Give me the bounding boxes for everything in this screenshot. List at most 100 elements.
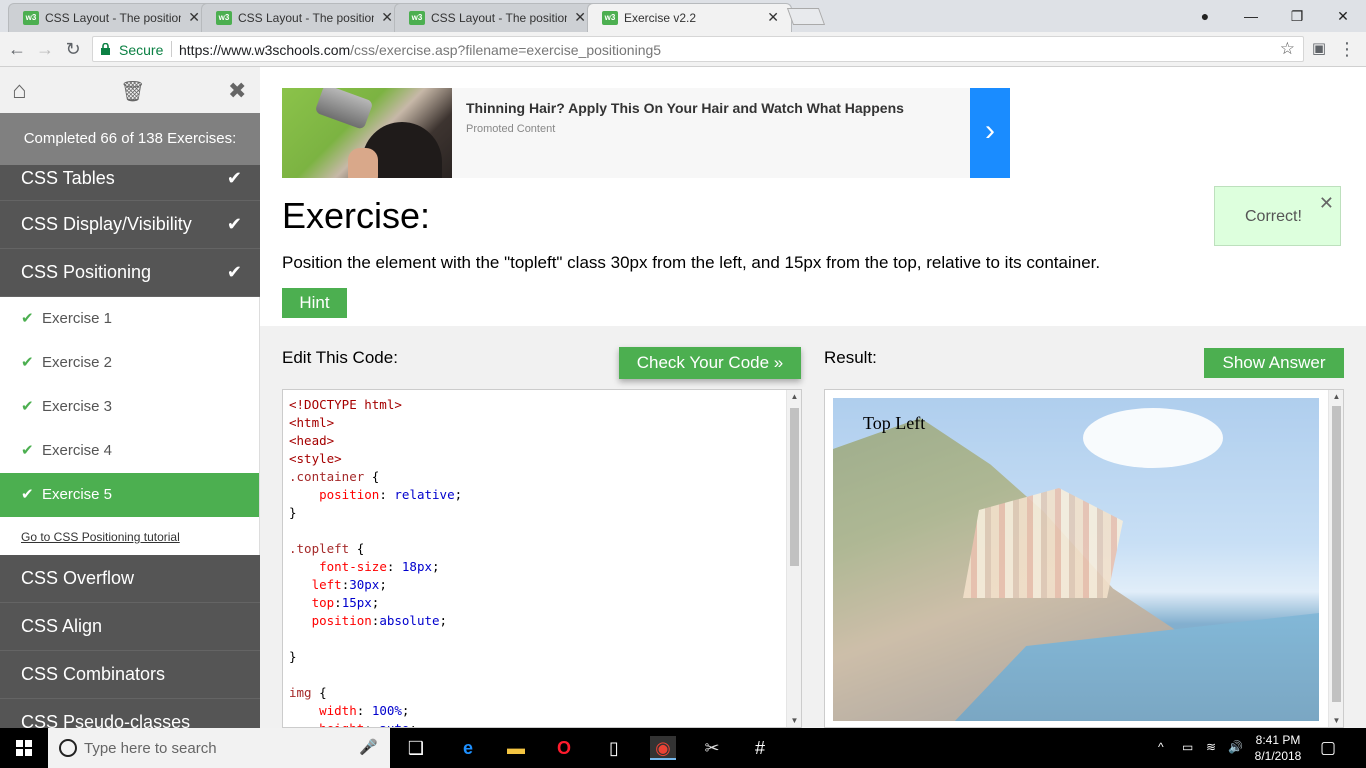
sidebar-item-css-tables[interactable]: CSS Tables ✔ [0,165,260,201]
sidebar-exercise-item[interactable]: ✔ Exercise 3 [0,385,260,429]
windows-taskbar: Type here to search 🎤 ❑ e ▬ O ▯ ◉ ✂ # ^ … [0,728,1366,768]
url-text: https://www.w3schools.com/css/exercise.a… [179,42,662,58]
lock-icon [101,43,110,55]
chrome-icon[interactable]: ◉ [650,736,676,760]
exercise-label: Exercise 5 [42,486,113,503]
restore-icon[interactable]: ❐ [1274,4,1320,28]
cortana-icon [59,739,77,757]
manarola-photo [833,398,1319,721]
scroll-up-icon[interactable]: ▲ [1329,392,1343,401]
exercise-label: Exercise 1 [42,310,113,327]
sidebar-item-css-combinators[interactable]: CSS Combinators [0,651,260,699]
scrollbar-thumb[interactable] [790,408,799,566]
close-tab-icon[interactable]: ✕ [574,9,586,26]
sidebar-item-label: CSS Display/Visibility [21,214,192,234]
trash-icon[interactable]: 🗑 [120,79,145,104]
sidebar-exercise-item[interactable]: ✔ Exercise 2 [0,341,260,385]
chevron-up-icon[interactable]: ^ [1158,740,1164,754]
editor-scrollbar[interactable]: ▲ ▼ [786,390,801,727]
back-icon[interactable]: ← [6,38,28,60]
sidebar-item-label: CSS Pseudo-classes [21,712,191,728]
close-tab-icon[interactable]: ✕ [188,9,200,26]
minimize-icon[interactable]: — [1228,4,1274,28]
menu-kebab-icon[interactable]: ⋮ [1336,38,1358,60]
sidebar-item-css-display-visibility[interactable]: CSS Display/Visibility ✔ [0,201,260,249]
hint-button[interactable]: Hint [282,288,347,318]
ad-title[interactable]: Thinning Hair? Apply This On Your Hair a… [466,100,904,116]
battery-icon[interactable]: ▭ [1182,740,1193,754]
scroll-up-icon[interactable]: ▲ [787,392,801,401]
close-icon[interactable]: ✕ [1319,193,1334,214]
browser-tab-active[interactable]: w3 Exercise v2.2 ✕ [587,3,792,32]
taskbar-clock[interactable]: 8:41 PM 8/1/2018 [1248,732,1308,764]
checkmark-icon: ✔ [21,354,34,371]
scroll-down-icon[interactable]: ▼ [1329,716,1343,725]
start-button[interactable] [0,728,48,768]
opera-icon[interactable]: O [552,736,576,760]
browser-tab[interactable]: w3 CSS Layout - The position ✕ [201,3,406,32]
tab-title: CSS Layout - The position [45,11,181,25]
address-separator [171,41,172,57]
profile-icon[interactable]: ● [1182,4,1228,28]
sidebar-item-css-align[interactable]: CSS Align [0,603,260,651]
checkmark-icon: ✔ [21,398,34,415]
exercise-label: Exercise 2 [42,354,113,371]
wifi-icon[interactable]: ≋ [1206,740,1216,754]
checkmark-icon: ✔ [21,310,34,327]
sidebar-exercise-item[interactable]: ✔ Exercise 4 [0,429,260,473]
slack-icon[interactable]: # [748,736,772,760]
windows-logo-icon [16,740,32,756]
volume-icon[interactable]: 🔊 [1228,740,1243,754]
checkmark-icon: ✔ [21,486,34,503]
sidebar-exercise-item[interactable]: ✔ Exercise 1 [0,297,260,341]
result-scrollbar[interactable]: ▲ ▼ [1328,390,1343,727]
microphone-icon[interactable]: 🎤 [359,738,378,756]
tutorial-link[interactable]: Go to CSS Positioning tutorial [0,517,260,555]
browser-tab[interactable]: w3 CSS Layout - The position ✕ [8,3,213,32]
show-answer-button[interactable]: Show Answer [1204,348,1344,378]
address-input[interactable]: Secure https://www.w3schools.com/css/exe… [92,36,1304,62]
correct-message: Correct! [1245,208,1302,225]
file-explorer-icon[interactable]: ▬ [504,736,528,760]
task-view-icon[interactable]: ❑ [404,736,428,760]
w3schools-favicon-icon: w3 [216,11,232,25]
close-tab-icon[interactable]: ✕ [767,9,779,26]
sidebar-exercise-item-active[interactable]: ✔ Exercise 5 [0,473,260,517]
code-editor[interactable]: <!DOCTYPE html> <html> <head> <style> .c… [282,389,802,728]
reload-icon[interactable]: ↻ [62,38,84,60]
new-tab-button[interactable] [786,8,826,25]
notepad-icon[interactable]: ▯ [602,736,626,760]
sidebar-item-label: CSS Combinators [21,664,166,684]
ad-subtitle: Promoted Content [466,123,556,135]
sidebar-item-label: CSS Align [21,616,103,636]
sidebar-item-css-positioning[interactable]: CSS Positioning ✔ [0,249,260,297]
tools-icon[interactable]: ✂ [700,736,724,760]
exercise-label: Exercise 4 [42,442,113,459]
w3schools-favicon-icon: w3 [602,11,618,25]
browser-tab[interactable]: w3 CSS Layout - The position ✕ [394,3,599,32]
close-window-icon[interactable]: ✕ [1320,4,1366,28]
checkmark-icon: ✔ [226,168,242,188]
chevron-right-icon[interactable]: › [970,88,1010,178]
taskbar-search[interactable]: Type here to search 🎤 [48,728,390,768]
check-code-button[interactable]: Check Your Code » [619,347,801,379]
advertisement[interactable]: Thinning Hair? Apply This On Your Hair a… [282,88,1010,178]
home-icon[interactable]: ⌂ [12,77,27,105]
sidebar-item-css-pseudo-classes[interactable]: CSS Pseudo-classes [0,699,260,728]
scroll-down-icon[interactable]: ▼ [787,716,801,725]
extension-icon[interactable]: ▣ [1308,38,1330,60]
forward-icon[interactable]: → [34,38,56,60]
code-text[interactable]: <!DOCTYPE html> <html> <head> <style> .c… [289,396,462,727]
completed-count: Completed 66 of 138 Exercises: [0,113,260,165]
bookmark-star-icon[interactable]: ☆ [1280,39,1295,59]
close-sidebar-icon[interactable]: ✖ [228,78,246,104]
close-tab-icon[interactable]: ✕ [381,9,393,26]
secure-label: Secure [119,42,164,58]
sidebar-toolbar: ⌂ 🗑 ✖ [0,67,260,113]
tab-title: Exercise v2.2 [624,11,697,25]
sidebar-item-css-overflow[interactable]: CSS Overflow [0,555,260,603]
edge-icon[interactable]: e [456,736,480,760]
scrollbar-thumb[interactable] [1332,406,1341,702]
search-placeholder: Type here to search [84,740,217,757]
notification-icon[interactable]: ▢ [1320,738,1336,758]
